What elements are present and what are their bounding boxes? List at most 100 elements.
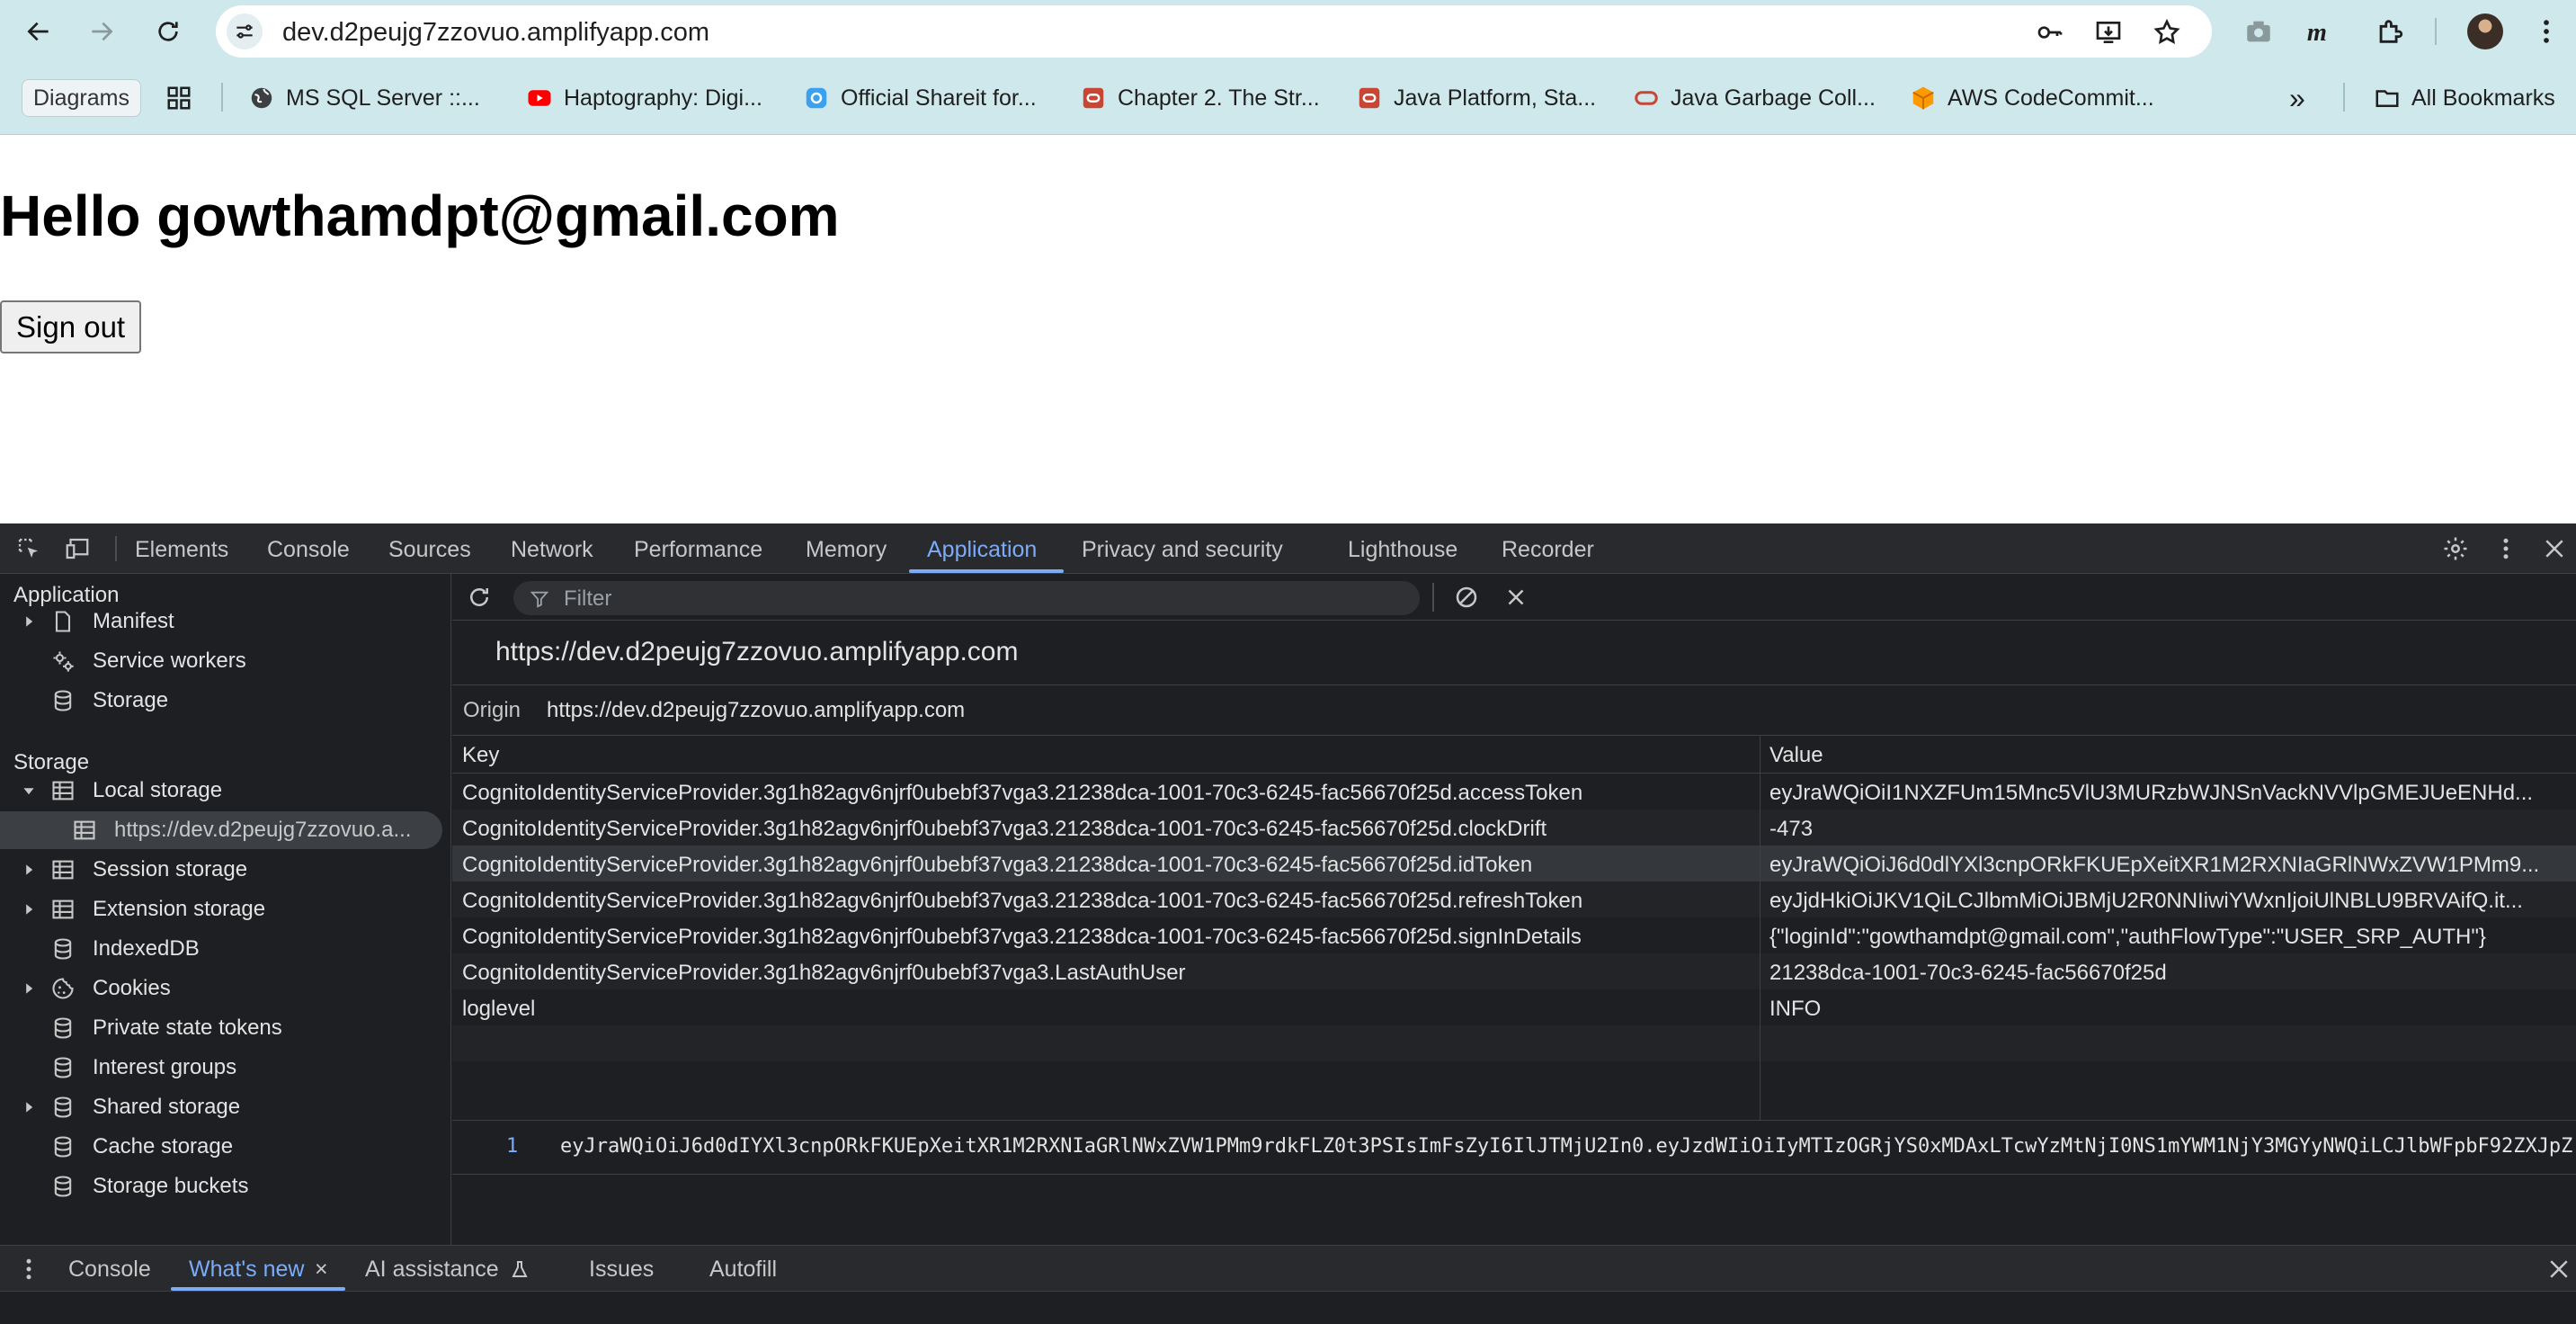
- expand-arrow-icon[interactable]: [22, 863, 36, 877]
- tab-network[interactable]: Network: [511, 523, 593, 574]
- m-extension-icon[interactable]: m: [2302, 13, 2338, 49]
- profile-avatar[interactable]: [2467, 13, 2503, 49]
- password-key-icon[interactable]: [2034, 16, 2066, 49]
- apps-grid-button[interactable]: [165, 81, 203, 115]
- sidebar-item-label: Storage: [93, 688, 169, 712]
- refresh-icon[interactable]: [463, 581, 495, 613]
- table-row-selected[interactable]: CognitoIdentityServiceProvider.3g1h82agv…: [452, 845, 2576, 881]
- devtools-panel: Elements Console Sources Network Perform…: [0, 523, 2576, 1324]
- drawer-menu-icon[interactable]: [13, 1253, 45, 1285]
- oracle-outline-icon: [1633, 85, 1660, 112]
- sidebar-item-interest-groups[interactable]: Interest groups: [0, 1049, 451, 1087]
- bookmark-item[interactable]: Java Platform, Sta...: [1356, 81, 1596, 115]
- sign-out-button[interactable]: Sign out: [0, 300, 142, 353]
- url-text[interactable]: dev.d2peujg7zzovuo.amplifyapp.com: [282, 18, 709, 48]
- devtools-menu-icon[interactable]: [2490, 532, 2522, 565]
- close-devtools-icon[interactable]: [2538, 532, 2571, 565]
- inspect-element-icon[interactable]: [13, 532, 45, 565]
- sidebar-item-service-workers[interactable]: Service workers: [0, 642, 451, 680]
- bookmark-item[interactable]: Java Garbage Coll...: [1633, 81, 1876, 115]
- tab-lighthouse[interactable]: Lighthouse: [1348, 523, 1457, 574]
- table-row[interactable]: loglevel INFO: [452, 989, 2576, 1025]
- bookmark-item[interactable]: MS SQL Server ::...: [248, 81, 480, 115]
- sidebar-item-shared-storage[interactable]: Shared storage: [0, 1088, 451, 1126]
- tab-memory[interactable]: Memory: [806, 523, 887, 574]
- tab-sources[interactable]: Sources: [388, 523, 471, 574]
- row-value: eyJraWQiOiI1NXZFUm15Mnc5VlU3MURzbWJNSnVa…: [1769, 781, 2534, 805]
- sidebar-item-cookies[interactable]: Cookies: [0, 970, 451, 1007]
- tab-console[interactable]: Console: [267, 523, 350, 574]
- tab-elements[interactable]: Elements: [135, 523, 228, 574]
- bookmark-star-icon[interactable]: [2151, 16, 2183, 49]
- table-row[interactable]: CognitoIdentityServiceProvider.3g1h82agv…: [452, 881, 2576, 917]
- value-preview: 1 eyJraWQiOiJ6d0dIYXl3cnpORkFKUEpXeitXR1…: [452, 1121, 2576, 1175]
- tab-privacy-and-security[interactable]: Privacy and security: [1082, 523, 1283, 574]
- all-bookmarks-button[interactable]: All Bookmarks: [2374, 81, 2555, 115]
- sidebar-item-storage-buckets[interactable]: Storage buckets: [0, 1167, 451, 1205]
- column-header-key[interactable]: Key: [462, 743, 499, 768]
- preview-text[interactable]: eyJraWQiOiJ6d0dIYXl3cnpORkFKUEpXeitXR1M2…: [560, 1135, 2572, 1158]
- bookmark-diagrams[interactable]: Diagrams: [22, 79, 141, 117]
- row-value: eyJraWQiOiJ6d0dlYXl3cnpORkFKUEpXeitXR1M2…: [1769, 853, 2540, 877]
- database-icon: [49, 1132, 77, 1161]
- clear-all-icon[interactable]: [1450, 581, 1483, 613]
- expand-arrow-icon[interactable]: [22, 614, 36, 629]
- origin-label: Origin: [463, 698, 521, 722]
- bookmark-item[interactable]: Official Shareit for...: [803, 81, 1037, 115]
- tab-recorder[interactable]: Recorder: [1502, 523, 1594, 574]
- row-key: CognitoIdentityServiceProvider.3g1h82agv…: [462, 925, 1582, 949]
- sidebar-item-storage[interactable]: Storage: [0, 682, 451, 720]
- table-row[interactable]: CognitoIdentityServiceProvider.3g1h82agv…: [452, 774, 2576, 810]
- back-button[interactable]: [18, 11, 59, 52]
- close-drawer-icon[interactable]: [2543, 1253, 2575, 1285]
- sidebar-item-local-storage-origin[interactable]: https://dev.d2peujg7zzovuo.a...: [0, 811, 442, 849]
- table-row[interactable]: CognitoIdentityServiceProvider.3g1h82agv…: [452, 810, 2576, 845]
- expand-arrow-icon[interactable]: [22, 902, 36, 917]
- bookmarks-overflow-button[interactable]: »: [2289, 81, 2305, 115]
- page-content: Hello gowthamdpt@gmail.com Sign out: [0, 136, 2576, 523]
- document-icon: [49, 607, 77, 636]
- drawer-tab-console[interactable]: Console: [68, 1246, 151, 1293]
- reload-button[interactable]: [147, 11, 189, 52]
- device-toolbar-icon[interactable]: [61, 532, 94, 565]
- table-row[interactable]: CognitoIdentityServiceProvider.3g1h82agv…: [452, 917, 2576, 953]
- collapse-arrow-icon[interactable]: [22, 783, 36, 798]
- sidebar-item-local-storage[interactable]: Local storage: [0, 772, 451, 810]
- sidebar-item-manifest[interactable]: Manifest: [0, 603, 451, 640]
- drawer-tab-autofill[interactable]: Autofill: [709, 1246, 777, 1293]
- install-app-icon[interactable]: [2092, 16, 2125, 49]
- database-icon: [49, 686, 77, 715]
- row-value: INFO: [1769, 997, 1822, 1021]
- sidebar-item-cache-storage[interactable]: Cache storage: [0, 1128, 451, 1166]
- expand-arrow-icon[interactable]: [22, 981, 36, 996]
- filter-input[interactable]: Filter: [513, 581, 1420, 615]
- bookmark-item[interactable]: Haptography: Digi...: [526, 81, 762, 115]
- sidebar-item-session-storage[interactable]: Session storage: [0, 851, 451, 889]
- drawer-tab-whats-new[interactable]: What's new: [189, 1246, 304, 1293]
- bookmark-item[interactable]: AWS CodeCommit...: [1910, 81, 2154, 115]
- table-row[interactable]: CognitoIdentityServiceProvider.3g1h82agv…: [452, 953, 2576, 989]
- address-bar[interactable]: dev.d2peujg7zzovuo.amplifyapp.com: [216, 5, 2212, 58]
- delete-selected-icon[interactable]: [1500, 581, 1532, 613]
- drawer-tab-ai-assistance[interactable]: AI assistance: [365, 1246, 499, 1293]
- aws-cube-icon: [1910, 85, 1937, 112]
- site-info-button[interactable]: [227, 13, 263, 49]
- tab-performance[interactable]: Performance: [634, 523, 762, 574]
- forward-button[interactable]: [81, 11, 122, 52]
- camera-extension-icon[interactable]: [2241, 13, 2277, 49]
- close-tab-icon[interactable]: ×: [315, 1246, 328, 1293]
- bookmark-label: AWS CodeCommit...: [1948, 85, 2154, 111]
- table-header: Key Value: [452, 736, 2576, 774]
- sidebar-item-private-state-tokens[interactable]: Private state tokens: [0, 1009, 451, 1047]
- sidebar-item-extension-storage[interactable]: Extension storage: [0, 890, 451, 928]
- browser-menu-icon[interactable]: [2528, 13, 2564, 49]
- shareit-icon: [803, 85, 830, 112]
- tab-application[interactable]: Application: [927, 523, 1037, 574]
- expand-arrow-icon[interactable]: [22, 1100, 36, 1114]
- settings-gear-icon[interactable]: [2439, 532, 2472, 565]
- column-header-value[interactable]: Value: [1769, 743, 1823, 768]
- sidebar-item-indexeddb[interactable]: IndexedDB: [0, 930, 451, 968]
- drawer-tab-issues[interactable]: Issues: [589, 1246, 654, 1293]
- extensions-puzzle-icon[interactable]: [2372, 13, 2408, 49]
- bookmark-item[interactable]: Chapter 2. The Str...: [1080, 81, 1320, 115]
